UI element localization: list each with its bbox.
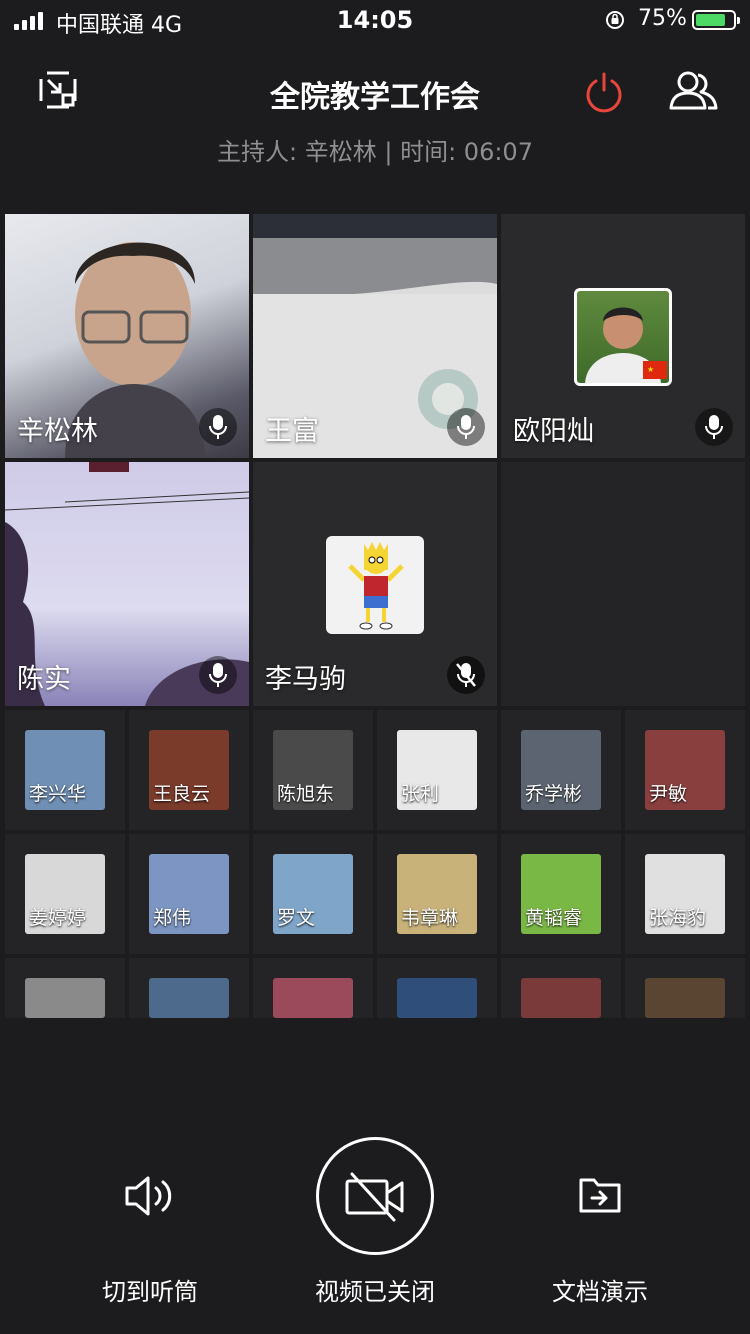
avatar [326, 536, 424, 634]
folder-share-icon [579, 1178, 621, 1213]
participant-cell-partial[interactable] [501, 958, 621, 1018]
participant-name: 罗文 [277, 907, 316, 929]
participant-avatar: 韦章琳 [397, 854, 477, 934]
end-meeting-power-icon[interactable] [582, 70, 626, 114]
toggle-video-button[interactable] [316, 1137, 434, 1255]
participant-avatar: 陈旭东 [273, 730, 353, 810]
video-status: 视频已关闭 [290, 1272, 460, 1306]
participant-cell[interactable]: 韦章琳 [377, 834, 497, 954]
mic-muted-icon [447, 656, 485, 694]
participant-cell[interactable]: 黄韬睿 [501, 834, 621, 954]
participant-cell-partial[interactable] [5, 958, 125, 1018]
participant-cell[interactable]: 张利 [377, 710, 497, 830]
switch-to-earpiece-button[interactable]: 切到听筒 [80, 1170, 220, 1310]
battery-percentage: 75% [638, 6, 687, 31]
mic-icon [447, 408, 485, 446]
mic-icon [695, 408, 733, 446]
battery-icon [692, 10, 740, 30]
tile-name: 辛松林 [17, 416, 98, 447]
participant-cell-partial[interactable] [129, 958, 249, 1018]
participant-avatar: 张海豹 [645, 854, 725, 934]
participant-cell[interactable]: 乔学彬 [501, 710, 621, 830]
participant-cell[interactable]: 王良云 [129, 710, 249, 830]
participant-cell[interactable]: 尹敏 [625, 710, 745, 830]
tile-name: 李马驹 [265, 664, 346, 695]
tile-name: 王富 [265, 416, 319, 447]
participant-cell[interactable]: 张海豹 [625, 834, 745, 954]
participant-cell-partial[interactable] [625, 958, 745, 1018]
document-label: 文档演示 [552, 1278, 648, 1306]
participant-avatar: 郑伟 [149, 854, 229, 934]
rotation-lock-icon [606, 11, 624, 29]
participant-cell[interactable]: 姜婷婷 [5, 834, 125, 954]
svg-text:★: ★ [647, 365, 654, 374]
participant-avatar: 黄韬睿 [521, 854, 601, 934]
participants-icon[interactable] [668, 68, 720, 112]
participant-cell-partial[interactable] [377, 958, 497, 1018]
participant-name: 黄韬睿 [525, 907, 583, 929]
empty-video-slot [501, 462, 745, 706]
avatar: ★ [574, 288, 672, 386]
participant-avatar: 尹敏 [645, 730, 725, 810]
video-off-icon [345, 1172, 404, 1222]
video-status-label: 视频已关闭 [315, 1278, 435, 1306]
participant-avatar: 乔学彬 [521, 730, 601, 810]
participant-name: 郑伟 [153, 907, 192, 929]
document-presentation-button[interactable]: 文档演示 [530, 1170, 670, 1310]
participant-avatar: 张利 [397, 730, 477, 810]
participant-cell[interactable]: 李兴华 [5, 710, 125, 830]
tile-name: 陈实 [17, 664, 71, 695]
participant-avatar: 姜婷婷 [25, 854, 105, 934]
battery-fill [696, 14, 726, 26]
tile-name: 欧阳灿 [513, 416, 594, 447]
participant-name: 陈旭东 [277, 783, 335, 805]
speaker-icon [125, 1176, 172, 1216]
video-tile[interactable]: 辛松林 [5, 214, 249, 458]
participant-name: 张利 [401, 783, 440, 805]
participant-cell[interactable]: 罗文 [253, 834, 373, 954]
participant-avatar: 罗文 [273, 854, 353, 934]
participant-name: 姜婷婷 [29, 907, 87, 929]
participant-avatar: 王良云 [149, 730, 229, 810]
participant-cell-partial[interactable] [253, 958, 373, 1018]
participant-cell[interactable]: 陈旭东 [253, 710, 373, 830]
video-tile[interactable]: ★ 欧阳灿 [501, 214, 745, 458]
meeting-title: 全院教学工作会 [270, 80, 480, 115]
mic-icon [199, 408, 237, 446]
participant-name: 尹敏 [649, 783, 688, 805]
status-bar: 中国联通 4G 14:05 75% [0, 0, 750, 44]
participant-name: 王良云 [153, 783, 211, 805]
video-tile[interactable]: 陈实 [5, 462, 249, 706]
video-tile[interactable]: 李马驹 [253, 462, 497, 706]
participant-name: 韦章琳 [401, 907, 459, 929]
video-tile[interactable]: 王富 [253, 214, 497, 458]
participant-cell[interactable]: 郑伟 [129, 834, 249, 954]
speaker-label: 切到听筒 [102, 1278, 198, 1306]
participant-name: 张海豹 [649, 907, 707, 929]
mic-icon [199, 656, 237, 694]
participant-avatar: 李兴华 [25, 730, 105, 810]
participant-name: 李兴华 [29, 783, 87, 805]
participant-name: 乔学彬 [525, 783, 583, 805]
host-and-duration: 主持人: 辛松林 | 时间: 06:07 [217, 138, 533, 166]
